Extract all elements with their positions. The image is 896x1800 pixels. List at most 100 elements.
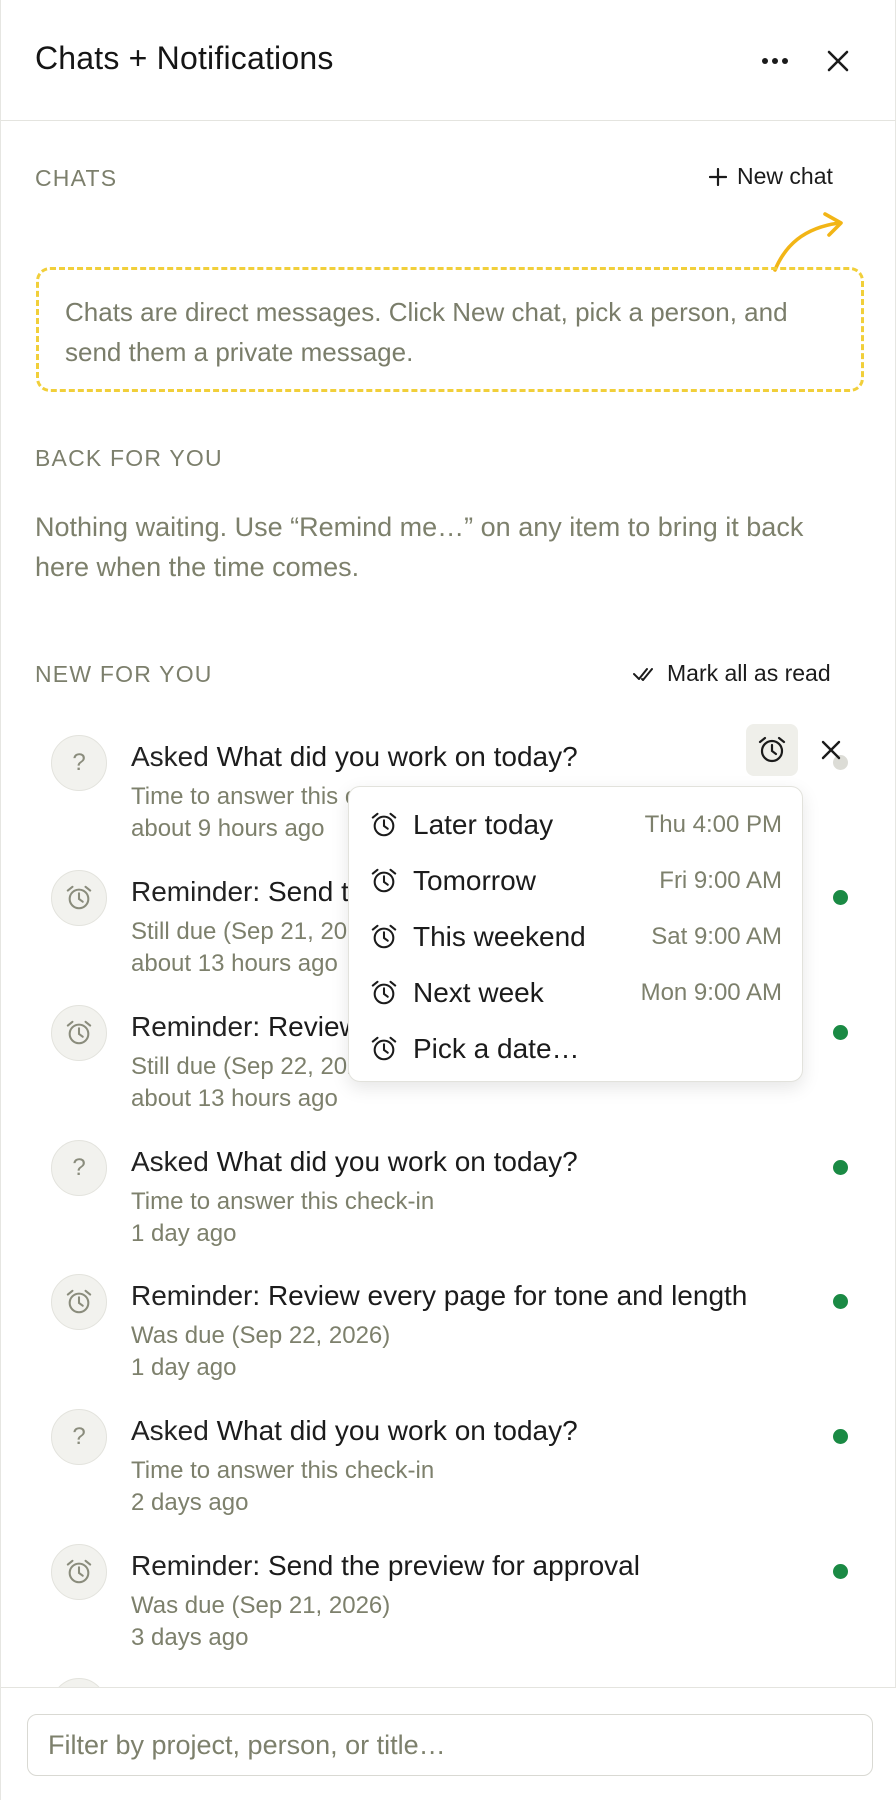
remind-option-label: Pick a date…	[413, 1033, 580, 1064]
back-for-you-label: BACK FOR YOU	[35, 445, 223, 471]
notification-subject: Review every page for tone and length	[267, 1280, 748, 1311]
notification-title: Asked What did you work on today?	[131, 741, 831, 773]
notification-detail: Still due (Sep 21, 2026)	[131, 918, 382, 945]
dismiss-notification-button[interactable]	[811, 730, 851, 770]
notification-detail: Still due (Sep 22, 2026)	[131, 1053, 382, 1080]
notification-row[interactable]: Reminder: Review every page for tone and…	[1, 1274, 896, 1404]
notification-detail: Was due (Sep 21, 2026)	[131, 1592, 391, 1619]
notification-kind: Asked	[131, 1415, 209, 1446]
remind-option[interactable]: This weekend Sat 9:00 AM	[349, 909, 802, 965]
remind-option[interactable]: Tomorrow Fri 9:00 AM	[349, 853, 802, 909]
unread-indicator	[833, 1025, 848, 1040]
remind-option-label: Later today	[413, 809, 554, 840]
notification-detail: Time to answer this check-in	[131, 1457, 435, 1484]
alarm-clock-icon	[65, 1019, 93, 1047]
remind-option-time: Sat 9:00 AM	[651, 923, 782, 950]
close-panel-button[interactable]	[819, 42, 857, 80]
more-options-button[interactable]	[753, 42, 797, 80]
new-chat-label: New chat	[737, 163, 833, 189]
question-icon: ?	[72, 1423, 86, 1450]
filter-input[interactable]	[27, 1714, 873, 1776]
alarm-clock-icon	[369, 810, 399, 840]
unread-indicator	[833, 1564, 848, 1579]
notification-avatar	[51, 1274, 107, 1330]
remind-option[interactable]: Later today Thu 4:00 PM	[349, 797, 802, 853]
notification-avatar: ?	[51, 1140, 107, 1196]
notification-subject: What did you work on today?	[216, 1146, 578, 1177]
alarm-clock-icon	[369, 1034, 399, 1064]
notification-row[interactable]: Reminder: Send the preview for approval W…	[1, 1544, 896, 1674]
notification-avatar	[51, 1005, 107, 1061]
alarm-clock-icon	[758, 736, 786, 763]
new-for-you-label: NEW FOR YOU	[35, 661, 213, 687]
notification-title: Reminder: Send the preview for approval	[131, 1550, 831, 1582]
unread-indicator	[833, 1294, 848, 1309]
chats-section-label: CHATS	[35, 165, 118, 191]
notification-time: about 13 hours ago	[131, 950, 338, 977]
notification-detail: Was due (Sep 22, 2026)	[131, 1322, 391, 1349]
notification-avatar	[51, 1544, 107, 1600]
notification-row[interactable]: ? Asked What did you work on today? Time t…	[1, 1409, 896, 1539]
notification-subject: What did you work on today?	[216, 1415, 578, 1446]
alarm-clock-icon	[369, 922, 399, 952]
question-icon: ?	[72, 1154, 86, 1181]
notification-kind: Reminder:	[131, 876, 261, 907]
notification-subject: Send the preview for approval	[267, 1550, 640, 1581]
notification-avatar: ?	[51, 1409, 107, 1465]
unread-indicator	[833, 890, 848, 905]
remind-option-label: Tomorrow	[413, 865, 536, 896]
notification-avatar	[51, 1678, 107, 1687]
notification-avatar	[51, 870, 107, 926]
unread-indicator	[833, 1429, 848, 1444]
more-horizontal-icon	[762, 58, 788, 64]
notification-time: about 13 hours ago	[131, 1085, 338, 1112]
chats-hint-callout: Chats are direct messages. Click New cha…	[36, 267, 864, 392]
remind-option-time: Mon 9:00 AM	[640, 979, 782, 1006]
close-icon	[821, 740, 841, 760]
plus-icon	[709, 167, 727, 186]
notification-row[interactable]: ? Asked What did you work on today? Time t…	[1, 1140, 896, 1270]
panel-header: Chats + Notifications	[1, 0, 896, 121]
notification-time: 3 days ago	[131, 1624, 249, 1651]
remind-me-button[interactable]	[746, 724, 798, 776]
alarm-clock-icon	[369, 866, 399, 896]
mark-all-read-label: Mark all as read	[667, 660, 831, 686]
mark-all-read-button[interactable]: Mark all as read	[633, 660, 831, 687]
remind-option-time: Thu 4:00 PM	[644, 811, 782, 838]
question-icon: ?	[72, 749, 86, 776]
notification-title: Asked What did you work on today?	[131, 1146, 831, 1178]
alarm-clock-icon	[369, 978, 399, 1008]
unread-indicator	[833, 1160, 848, 1175]
alarm-clock-icon	[65, 884, 93, 912]
back-for-you-empty-text: Nothing waiting. Use “Remind me…” on any…	[35, 512, 804, 582]
remind-option-label: This weekend	[413, 921, 586, 952]
remind-option-label: Next week	[413, 977, 544, 1008]
double-check-icon	[633, 667, 653, 681]
notification-time: 1 day ago	[131, 1354, 237, 1381]
notification-row[interactable]: Reminder: Review every page for tone and…	[1, 1678, 896, 1687]
remind-option[interactable]: Next week Mon 9:00 AM	[349, 965, 802, 1021]
notification-kind: Reminder:	[131, 1280, 261, 1311]
panel-title: Chats + Notifications	[35, 40, 334, 76]
notification-time: 1 day ago	[131, 1220, 237, 1247]
notification-title: Reminder: Review every page for tone and…	[131, 1280, 831, 1312]
new-chat-button[interactable]: New chat	[709, 163, 833, 190]
remind-me-menu: Later today Thu 4:00 PM Tomorrow Fri 9:00 A…	[348, 786, 803, 1082]
hint-arrow-icon	[773, 212, 843, 272]
alarm-clock-icon	[65, 1558, 93, 1586]
panel-footer	[1, 1687, 896, 1800]
notification-title: Asked What did you work on today?	[131, 1415, 831, 1447]
notification-subject: What did you work on today?	[216, 741, 578, 772]
notification-avatar: ?	[51, 735, 107, 791]
notifications-panel: Chats + Notifications CHATS New chat Cha…	[0, 0, 896, 1800]
remind-option[interactable]: Pick a date…	[349, 1021, 802, 1077]
remind-option-time: Fri 9:00 AM	[659, 867, 782, 894]
notification-time: 2 days ago	[131, 1489, 249, 1516]
notification-kind: Asked	[131, 1146, 209, 1177]
alarm-clock-icon	[65, 1288, 93, 1316]
notification-kind: Reminder:	[131, 1011, 261, 1042]
close-icon	[827, 50, 849, 72]
notification-detail: Time to answer this check-in	[131, 1188, 435, 1215]
notification-kind: Asked	[131, 741, 209, 772]
notification-kind: Reminder:	[131, 1550, 261, 1581]
